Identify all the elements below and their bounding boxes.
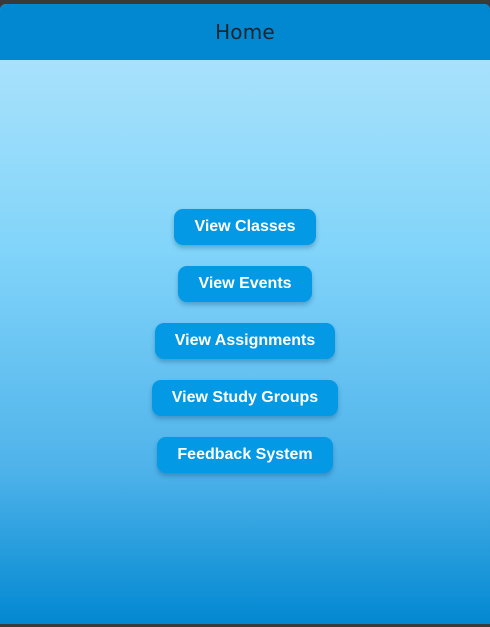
view-classes-button[interactable]: View Classes (174, 209, 316, 245)
menu-button-stack: View Classes View Events View Assignment… (0, 209, 490, 473)
view-study-groups-button[interactable]: View Study Groups (151, 380, 339, 416)
page-title: Home (215, 20, 275, 44)
view-assignments-button[interactable]: View Assignments (154, 323, 336, 359)
app-window: Home View Classes View Events View Assig… (0, 4, 490, 624)
app-bar: Home (0, 4, 490, 60)
feedback-system-button[interactable]: Feedback System (157, 437, 333, 473)
view-events-button[interactable]: View Events (178, 266, 312, 302)
